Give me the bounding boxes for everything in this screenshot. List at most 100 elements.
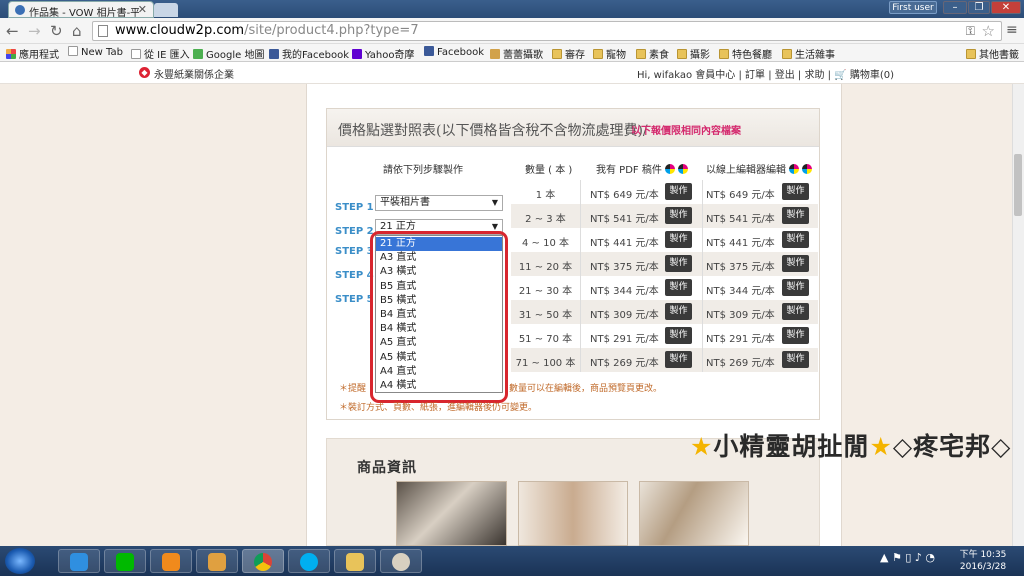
company-logo-text[interactable]: 永豐紙業關係企業	[154, 66, 234, 81]
price-row: 11 ~ 20 本 NT$ 375 元/本 製作 NT$ 375 元/本 製作	[511, 252, 818, 276]
pdf-price-cell: NT$ 291 元/本	[590, 334, 659, 345]
online-price-cell: NT$ 649 元/本	[706, 190, 775, 201]
price-row: 4 ~ 10 本 NT$ 441 元/本 製作 NT$ 441 元/本 製作	[511, 228, 818, 252]
step-1-select[interactable]: 平裝相片書 ▼	[375, 195, 503, 211]
product-photo-1[interactable]	[396, 481, 507, 546]
app-taskbar-icon[interactable]	[196, 549, 238, 573]
bookmark-folder-2[interactable]: 寵物	[593, 46, 626, 61]
make-pdf-button[interactable]: 製作	[665, 183, 692, 200]
company-logo-icon[interactable]: ◆	[139, 67, 150, 78]
user-profile-button[interactable]: First user	[889, 1, 937, 14]
price-row: 2 ~ 3 本 NT$ 541 元/本 製作 NT$ 541 元/本 製作	[511, 204, 818, 228]
bookmark-my-facebook[interactable]: 我的Facebook	[269, 46, 349, 61]
forward-icon[interactable]: →	[28, 23, 41, 39]
make-pdf-button[interactable]: 製作	[665, 279, 692, 296]
note-2: ＊裝訂方式、頁數、紙張，進編輯器後仍可變更。	[339, 403, 538, 413]
make-pdf-button[interactable]: 製作	[665, 207, 692, 224]
bookmark-ie-import[interactable]: 從 IE 匯入	[131, 46, 190, 61]
product-photo-3[interactable]	[639, 481, 749, 546]
menu-icon[interactable]: ≡	[1006, 22, 1018, 38]
line-taskbar-icon[interactable]	[104, 549, 146, 573]
make-online-button[interactable]: 製作	[782, 255, 809, 272]
highlight-annotation	[370, 231, 508, 403]
price-table-note: 以下報價限相同內容檔案	[631, 126, 741, 137]
pdf-price-cell: NT$ 541 元/本	[590, 214, 659, 225]
bookmark-folder-4[interactable]: 攝影	[677, 46, 710, 61]
color-icon	[789, 164, 799, 174]
make-pdf-button[interactable]: 製作	[665, 231, 692, 248]
bookmark-yahoo[interactable]: Yahoo奇摩	[352, 46, 414, 61]
reload-icon[interactable]: ↻	[50, 23, 63, 39]
scrollbar-thumb[interactable]	[1014, 154, 1022, 216]
media-player-taskbar-icon[interactable]	[150, 549, 192, 573]
make-online-button[interactable]: 製作	[782, 231, 809, 248]
price-row: 21 ~ 30 本 NT$ 344 元/本 製作 NT$ 344 元/本 製作	[511, 276, 818, 300]
ie-taskbar-icon[interactable]	[58, 549, 100, 573]
make-online-button[interactable]: 製作	[782, 279, 809, 296]
online-price-cell: NT$ 269 元/本	[706, 358, 775, 369]
explorer-taskbar-icon[interactable]	[334, 549, 376, 573]
product-photo-2[interactable]	[518, 481, 628, 546]
column-divider	[580, 180, 581, 372]
make-online-button[interactable]: 製作	[782, 207, 809, 224]
back-icon[interactable]: ←	[6, 23, 19, 39]
minimize-icon[interactable]: –	[943, 1, 967, 14]
bookmark-other[interactable]: 其他書籤	[966, 46, 1019, 61]
bookmark-folder-3[interactable]: 素食	[636, 46, 669, 61]
bookmark-facebook[interactable]: Facebook	[424, 46, 484, 58]
make-pdf-button[interactable]: 製作	[665, 351, 692, 368]
price-row: 1 本 NT$ 649 元/本 製作 NT$ 649 元/本 製作	[511, 180, 818, 204]
online-price-cell: NT$ 541 元/本	[706, 214, 775, 225]
online-price-cell: NT$ 441 元/本	[706, 238, 775, 249]
make-online-button[interactable]: 製作	[782, 351, 809, 368]
online-price-cell: NT$ 309 元/本	[706, 310, 775, 321]
bookmark-new-tab[interactable]: New Tab	[68, 46, 123, 58]
pdf-price-cell: NT$ 344 元/本	[590, 286, 659, 297]
address-bar[interactable]: www.cloudw2p.com/site/product4.php?type=…	[92, 21, 1002, 41]
online-price-cell: NT$ 344 元/本	[706, 286, 775, 297]
quantity-cell: 51 ~ 70 本	[518, 334, 573, 345]
page-icon	[98, 25, 108, 37]
url-host: www.cloudw2p.com	[115, 23, 245, 38]
quantity-cell: 21 ~ 30 本	[518, 286, 573, 297]
col-header-steps: 請依下列步驟製作	[383, 165, 463, 176]
bookmark-star-icon[interactable]: ☆	[982, 22, 995, 40]
paint-taskbar-icon[interactable]	[380, 549, 422, 573]
quantity-cell: 71 ~ 100 本	[515, 358, 576, 369]
start-button-icon[interactable]	[5, 548, 35, 574]
make-pdf-button[interactable]: 製作	[665, 303, 692, 320]
make-online-button[interactable]: 製作	[782, 303, 809, 320]
bookmark-folder-6[interactable]: 生活雜事	[782, 46, 835, 61]
make-pdf-button[interactable]: 製作	[665, 255, 692, 272]
clock-time: 下午 10:35	[959, 550, 1007, 560]
bookmark-folder-5[interactable]: 特色餐廳	[719, 46, 772, 61]
system-tray-icons[interactable]: ▲ ⚑ ▯ ♪ ◔	[880, 551, 935, 564]
step-5-label: STEP 5	[335, 294, 374, 305]
price-row: 71 ~ 100 本 NT$ 269 元/本 製作 NT$ 269 元/本 製作	[511, 348, 818, 372]
step-4-label: STEP 4	[335, 270, 374, 281]
home-icon[interactable]: ⌂	[72, 23, 82, 39]
close-tab-icon[interactable]: ✕	[138, 3, 147, 16]
new-tab-button[interactable]	[154, 3, 178, 17]
bookmark-apps[interactable]: 應用程式	[6, 46, 59, 61]
price-row: 51 ~ 70 本 NT$ 291 元/本 製作 NT$ 291 元/本 製作	[511, 324, 818, 348]
key-icon[interactable]: ⚿	[966, 24, 975, 39]
close-window-icon[interactable]: ✕	[991, 1, 1021, 14]
chrome-taskbar-icon[interactable]	[242, 549, 284, 573]
color-icon	[802, 164, 812, 174]
user-nav[interactable]: Hi, wifakao 會員中心 | 訂單 | 登出 | 求助 | 🛒 購物車(…	[637, 66, 894, 81]
column-divider	[702, 180, 703, 372]
online-price-cell: NT$ 375 元/本	[706, 262, 775, 273]
bookmark-folder-1[interactable]: 審存	[552, 46, 585, 61]
taskbar-clock[interactable]: 下午 10:35 2016/3/28	[958, 549, 1008, 573]
bookmark-google-maps[interactable]: Google 地圖	[193, 46, 264, 61]
restore-icon[interactable]: ❐	[968, 1, 990, 14]
make-online-button[interactable]: 製作	[782, 183, 809, 200]
make-online-button[interactable]: 製作	[782, 327, 809, 344]
skype-taskbar-icon[interactable]	[288, 549, 330, 573]
url-path: /site/product4.php?type=7	[244, 23, 419, 38]
make-pdf-button[interactable]: 製作	[665, 327, 692, 344]
bookmark-photo[interactable]: 蕾蕾攝歌	[490, 46, 543, 61]
browser-tab[interactable]: 作品集 - VOW 相片書-平 ✕	[8, 1, 154, 19]
chevron-down-icon: ▼	[491, 198, 498, 207]
